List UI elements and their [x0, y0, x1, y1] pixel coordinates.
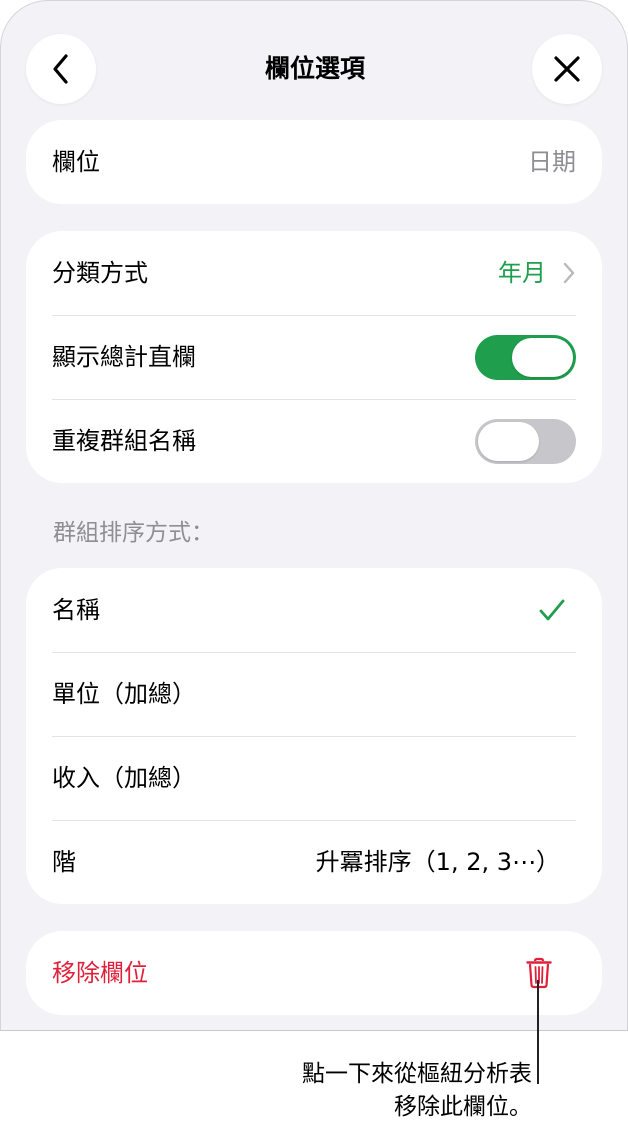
remove-group: 移除欄位: [26, 931, 602, 1015]
sort-option-name[interactable]: 名稱: [26, 568, 602, 652]
show-totals-toggle[interactable]: [475, 334, 576, 380]
sort-option-label: 單位（加總）: [52, 680, 196, 708]
sort-section-header: 群組排序方式：: [53, 520, 214, 546]
sort-option-label: 名稱: [52, 596, 100, 624]
field-options-sheet: 欄位選項 欄位 日期 分類方式 年月 顯示總計直欄 重複群組名稱 群組排序方式：: [0, 0, 628, 1031]
show-totals-label: 顯示總計直欄: [52, 343, 196, 371]
toggle-knob: [478, 421, 539, 461]
show-totals-row: 顯示總計直欄: [26, 315, 602, 399]
sort-group: 名稱 單位（加總） 收入（加總） 階 升冪排序（1, 2, 3⋯）: [26, 568, 602, 904]
sort-option-revenue[interactable]: 收入（加總）: [26, 736, 602, 820]
sort-by-label: 分類方式: [52, 259, 148, 287]
sort-option-label: 階: [52, 848, 76, 876]
trash-icon[interactable]: [526, 957, 552, 989]
callout-line-2: 移除此欄位。: [394, 1094, 532, 1120]
sort-option-units[interactable]: 單位（加總）: [26, 652, 602, 736]
sort-option-value: 升冪排序（1, 2, 3⋯）: [315, 848, 560, 876]
toggle-knob: [512, 337, 573, 377]
field-row: 欄位 日期: [26, 120, 602, 204]
repeat-names-label: 重複群組名稱: [52, 427, 196, 455]
sort-by-value: 年月: [498, 259, 546, 287]
callout-text: 點一下來從樞紐分析表 移除此欄位。: [302, 1058, 532, 1124]
close-icon: [554, 56, 580, 82]
sort-by-row[interactable]: 分類方式 年月: [26, 231, 602, 315]
checkmark-icon: [539, 599, 565, 621]
sort-option-order[interactable]: 階 升冪排序（1, 2, 3⋯）: [26, 820, 602, 904]
callout-line-1: 點一下來從樞紐分析表: [302, 1061, 532, 1087]
field-value: 日期: [528, 148, 576, 176]
sort-option-label: 收入（加總）: [52, 764, 196, 792]
remove-field-label: 移除欄位: [52, 959, 148, 987]
repeat-names-toggle[interactable]: [475, 418, 576, 464]
repeat-names-row: 重複群組名稱: [26, 399, 602, 483]
remove-field-button[interactable]: 移除欄位: [26, 931, 602, 1015]
field-group: 欄位 日期: [26, 120, 602, 204]
options-group: 分類方式 年月 顯示總計直欄 重複群組名稱: [26, 231, 602, 483]
chevron-right-icon: [563, 262, 575, 284]
field-label: 欄位: [52, 148, 100, 176]
close-button[interactable]: [532, 34, 602, 104]
callout-line: [537, 980, 539, 1084]
